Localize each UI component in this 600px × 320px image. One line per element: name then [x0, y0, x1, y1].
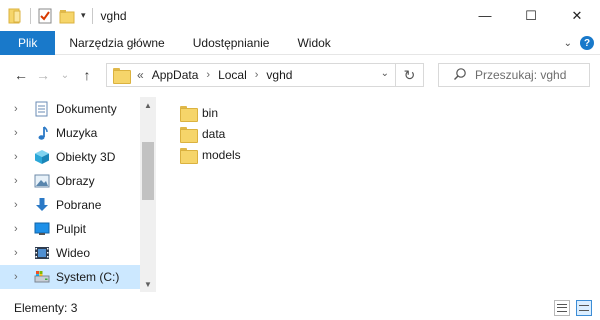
folder-icon	[180, 148, 198, 164]
scroll-up-icon[interactable]: ▲	[140, 97, 156, 113]
sidebar-item-downloads[interactable]: › Pobrane	[0, 193, 140, 217]
videos-icon	[34, 245, 50, 261]
tab-file[interactable]: Plik	[0, 30, 56, 55]
expand-chevron-icon[interactable]: ›	[14, 247, 26, 259]
breadcrumb-overflow-icon[interactable]: «	[137, 68, 144, 82]
folder-name: models	[202, 148, 241, 162]
objects3d-icon	[34, 149, 50, 165]
folder-app-icon[interactable]	[8, 8, 24, 24]
drive-icon	[34, 269, 50, 285]
tab-share[interactable]: Udostępnianie	[179, 31, 284, 55]
breadcrumb-separator-icon[interactable]: ›	[255, 69, 259, 81]
file-list: bin data models	[168, 97, 588, 292]
folder-icon	[180, 127, 198, 143]
navigation-pane: › Dokumenty › Muzyka › Obiekty 3D › Obra…	[0, 97, 156, 292]
title-separator	[91, 7, 93, 24]
expand-chevron-icon[interactable]: ›	[14, 103, 26, 115]
music-icon	[34, 125, 50, 141]
status-bar: Elementy: 3	[0, 296, 600, 320]
scroll-down-icon[interactable]: ▼	[140, 276, 156, 292]
large-icons-view-icon[interactable]	[576, 300, 592, 316]
window-title: vghd	[100, 8, 127, 23]
sidebar-item-music[interactable]: › Muzyka	[0, 121, 140, 145]
refresh-button[interactable]: ↻	[396, 63, 424, 87]
tab-view[interactable]: Widok	[283, 31, 344, 55]
expand-ribbon-icon[interactable]: ⌄	[564, 38, 572, 49]
search-icon	[453, 67, 467, 84]
search-box[interactable]	[438, 63, 590, 87]
sidebar-item-label: Pobrane	[56, 198, 102, 212]
breadcrumb-vghd[interactable]: vghd	[266, 68, 292, 82]
sidebar-item-label: Pulpit	[56, 222, 87, 236]
expand-chevron-icon[interactable]: ›	[14, 151, 26, 163]
folder-item-data[interactable]: data	[180, 124, 225, 144]
tab-home[interactable]: Narzędzia główne	[55, 31, 178, 55]
sidebar-item-3d-objects[interactable]: › Obiekty 3D	[0, 145, 140, 169]
folder-icon	[180, 106, 198, 122]
address-dropdown-icon[interactable]: ⌄	[381, 68, 389, 79]
breadcrumb-separator-icon[interactable]: ›	[206, 69, 210, 81]
folder-icon	[113, 68, 131, 84]
title-bar: ▾ vghd — ☐ ✕	[0, 0, 600, 31]
item-count: Elementy: 3	[14, 301, 78, 315]
folder-name: bin	[202, 106, 219, 120]
help-icon[interactable]: ?	[580, 36, 594, 50]
properties-icon[interactable]	[37, 8, 53, 24]
expand-chevron-icon[interactable]: ›	[14, 223, 26, 235]
up-button[interactable]: ↑	[76, 64, 98, 86]
expand-chevron-icon[interactable]: ›	[14, 199, 26, 211]
view-switcher	[554, 300, 592, 316]
nav-pane-scrollbar[interactable]: ▲ ▼	[140, 97, 156, 292]
sidebar-item-videos[interactable]: › Wideo	[0, 241, 140, 265]
expand-chevron-icon[interactable]: ›	[14, 127, 26, 139]
recent-locations-icon[interactable]: ⌄	[54, 64, 76, 86]
navigation-bar: ← → ⌄ ↑ « AppData › Local › vghd ⌄ ↻	[0, 56, 600, 94]
back-button[interactable]: ←	[10, 64, 32, 86]
sidebar-item-label: System (C:)	[56, 270, 120, 284]
sidebar-item-documents[interactable]: › Dokumenty	[0, 97, 140, 121]
sidebar-item-label: Muzyka	[56, 126, 98, 140]
window-controls: — ☐ ✕	[462, 0, 600, 31]
desktop-icon	[34, 221, 50, 237]
ribbon-tabs: Plik Narzędzia główne Udostępnianie Wido…	[0, 30, 600, 55]
documents-icon	[34, 101, 50, 117]
qat-dropdown-icon[interactable]: ▾	[81, 10, 86, 21]
folder-item-bin[interactable]: bin	[180, 103, 218, 123]
minimize-button[interactable]: —	[462, 0, 508, 31]
sidebar-item-label: Dokumenty	[56, 102, 117, 116]
forward-button[interactable]: →	[32, 64, 54, 86]
downloads-icon	[34, 197, 50, 213]
sidebar-item-label: Obiekty 3D	[56, 150, 116, 164]
breadcrumb-local[interactable]: Local	[218, 68, 247, 82]
expand-chevron-icon[interactable]: ›	[14, 271, 26, 283]
quick-access-toolbar: ▾ vghd	[0, 0, 127, 31]
sidebar-item-label: Obrazy	[56, 174, 95, 188]
scrollbar-thumb[interactable]	[142, 142, 154, 200]
details-view-icon[interactable]	[554, 300, 570, 316]
breadcrumb-appdata[interactable]: AppData	[152, 68, 199, 82]
folder-name: data	[202, 127, 226, 141]
close-button[interactable]: ✕	[554, 0, 600, 31]
new-folder-icon[interactable]	[59, 8, 75, 24]
expand-chevron-icon[interactable]: ›	[14, 175, 26, 187]
sidebar-item-label: Wideo	[56, 246, 91, 260]
qat-separator	[30, 7, 31, 24]
sidebar-item-desktop[interactable]: › Pulpit	[0, 217, 140, 241]
search-input[interactable]	[475, 68, 585, 82]
folder-item-models[interactable]: models	[180, 145, 241, 165]
address-bar[interactable]: « AppData › Local › vghd ⌄	[106, 63, 396, 87]
ribbon-right-controls: ⌄ ?	[564, 31, 594, 55]
sidebar-item-pictures[interactable]: › Obrazy	[0, 169, 140, 193]
maximize-button[interactable]: ☐	[508, 0, 554, 31]
sidebar-item-system-drive[interactable]: › System (C:)	[0, 265, 140, 289]
pictures-icon	[34, 173, 50, 189]
